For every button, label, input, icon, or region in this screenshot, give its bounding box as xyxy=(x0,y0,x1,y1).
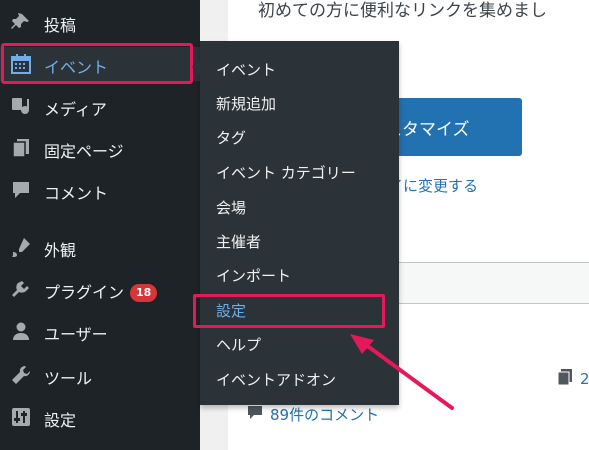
plugins-label-text: プラグイン xyxy=(44,283,125,302)
sidebar-item-pages[interactable]: 固定ページ xyxy=(0,131,200,165)
sidebar-item-label: コメント xyxy=(44,184,109,203)
sidebar-item-users[interactable]: ユーザー xyxy=(0,314,200,348)
sidebar-item-label: 設定 xyxy=(44,411,77,430)
plugin-icon xyxy=(10,278,32,300)
pages-icon xyxy=(556,368,574,390)
submenu-item-event-categories[interactable]: イベント カテゴリー xyxy=(216,162,356,183)
sidebar-item-label: 投稿 xyxy=(44,16,77,35)
sidebar-item-label: ユーザー xyxy=(44,325,108,344)
submenu-item-help[interactable]: ヘルプ xyxy=(216,334,261,355)
sidebar-item-appearance[interactable]: 外観 xyxy=(0,230,200,264)
pin-icon xyxy=(10,11,32,33)
comment-icon xyxy=(246,403,264,425)
update-count-badge: 18 xyxy=(130,284,158,302)
sidebar-item-label: 固定ページ xyxy=(44,142,124,161)
comment-icon xyxy=(10,179,32,201)
submenu-item-events[interactable]: イベント xyxy=(216,59,276,80)
submenu-item-settings[interactable]: 設定 xyxy=(216,300,246,321)
submenu-item-tags[interactable]: タグ xyxy=(216,127,246,148)
sidebar-item-label: イベント xyxy=(44,58,109,77)
sidebar-item-label: ツール xyxy=(44,369,93,388)
sidebar-item-settings[interactable]: 設定 xyxy=(0,400,200,434)
media-icon xyxy=(10,95,32,117)
submenu-item-event-addons[interactable]: イベントアドオン xyxy=(216,369,336,390)
settings-icon xyxy=(10,406,32,428)
admin-sidebar: 投稿 イベント メディア 固定ページ コメント 外観 プラグイン 18 ユーザー… xyxy=(0,0,200,450)
appearance-icon xyxy=(10,236,32,258)
sidebar-item-label: 外観 xyxy=(44,241,77,260)
pages-count: 2 xyxy=(580,370,589,388)
change-theme-link[interactable]: イに変更する xyxy=(388,175,478,196)
sidebar-item-label: メディア xyxy=(44,100,107,119)
submenu-item-venues[interactable]: 会場 xyxy=(216,197,246,218)
submenu-item-organizers[interactable]: 主催者 xyxy=(216,231,261,252)
sidebar-item-plugins[interactable]: プラグイン 18 xyxy=(0,272,200,306)
sidebar-item-posts[interactable]: 投稿 xyxy=(0,5,200,39)
pages-icon xyxy=(10,137,32,159)
sidebar-item-label: プラグイン 18 xyxy=(44,279,158,303)
sidebar-item-tools[interactable]: ツール xyxy=(0,358,200,392)
sidebar-item-comments[interactable]: コメント xyxy=(0,173,200,207)
calendar-icon xyxy=(10,53,32,75)
pages-count-row[interactable]: 2 xyxy=(556,368,589,390)
sidebar-item-events[interactable]: イベント xyxy=(0,47,200,81)
annotation-arrow xyxy=(350,334,454,410)
user-icon xyxy=(10,320,32,342)
submenu-item-import[interactable]: インポート xyxy=(216,265,291,286)
sidebar-item-media[interactable]: メディア xyxy=(0,89,200,123)
wrench-icon xyxy=(10,364,32,386)
welcome-intro-text: 初めての方に便利なリンクを集めまし xyxy=(258,1,547,21)
submenu-item-add-new[interactable]: 新規追加 xyxy=(216,93,276,114)
